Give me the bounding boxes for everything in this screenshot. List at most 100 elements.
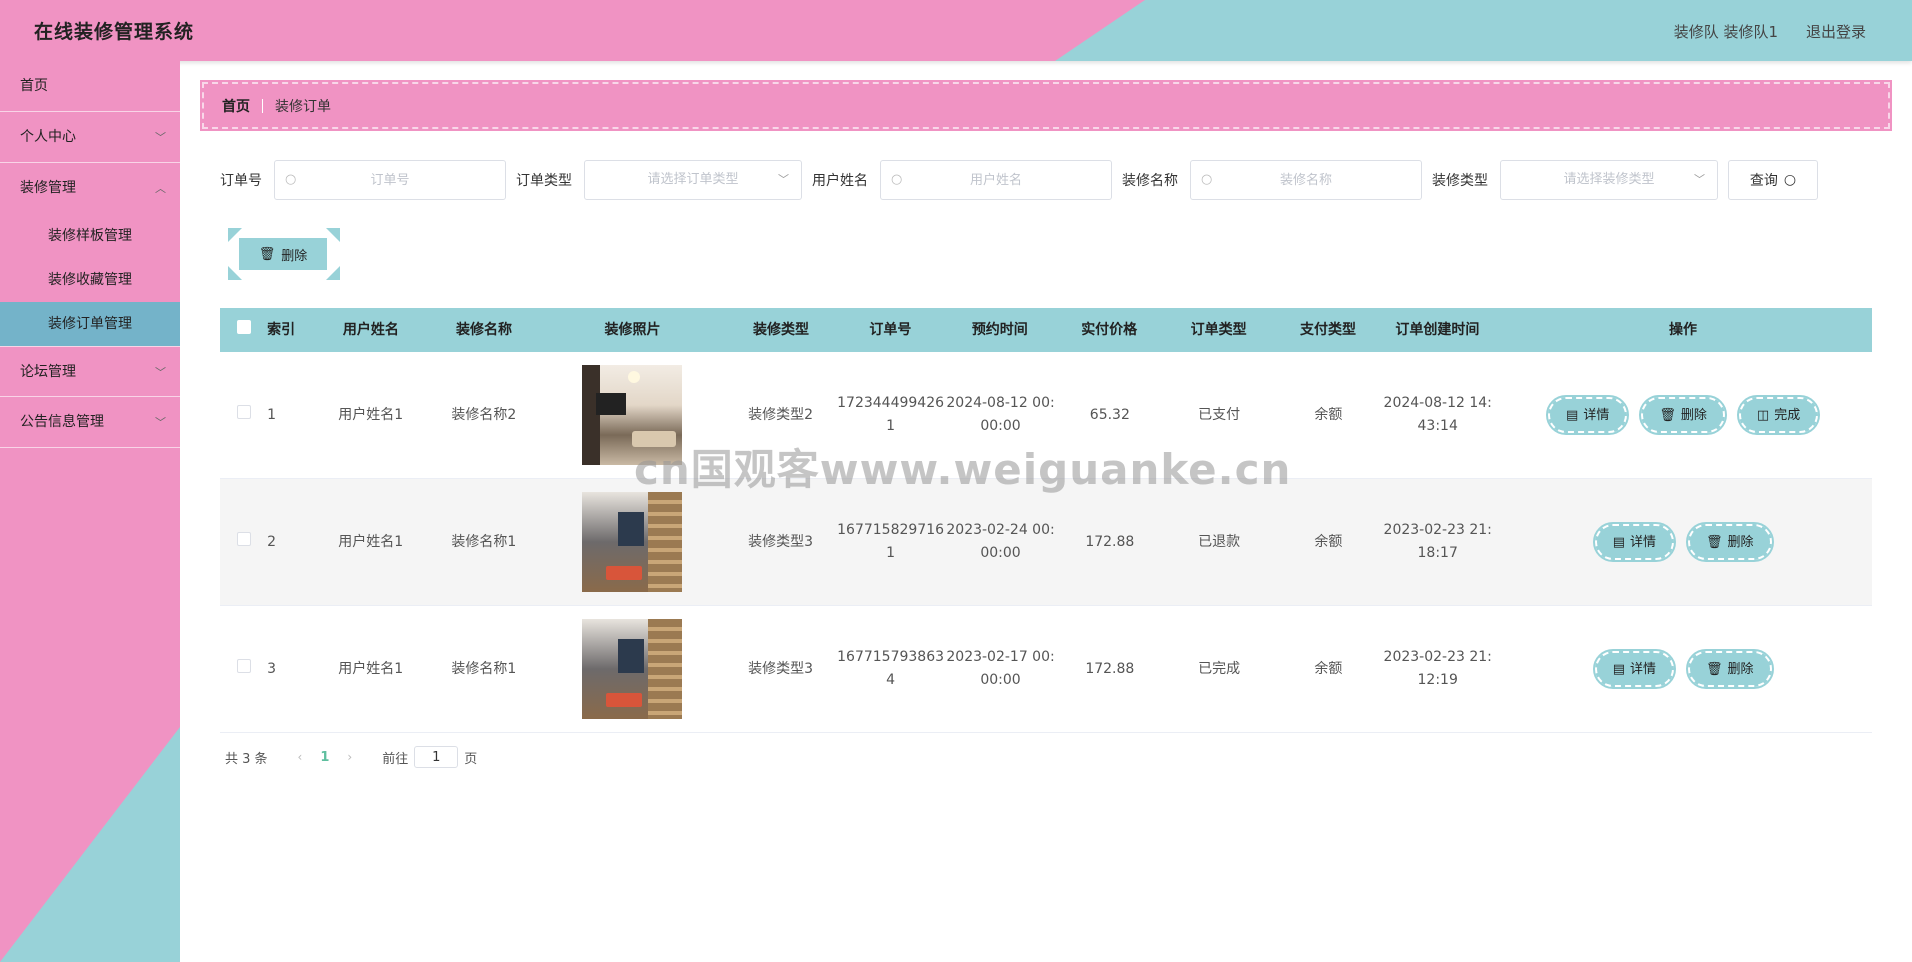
dname-label: 装修名称 [1122, 173, 1178, 189]
table-header: 索引 用户姓名 装修名称 装修照片 装修类型 订单号 预约时间 实付价格 订单类… [220, 308, 1872, 352]
bulk-delete-wrapper: 🗑 删除 [224, 228, 344, 280]
dname-field[interactable]: ○ [1190, 160, 1422, 200]
sidebar-item-decoration[interactable]: 装修管理 ︿ [0, 163, 180, 214]
chevron-left-icon[interactable]: ‹ [298, 750, 303, 764]
delete-label: 删除 [1680, 407, 1707, 423]
cell-order-line1: 167715793863 [837, 649, 945, 665]
sidebar-item-label: 装修管理 [20, 180, 76, 196]
sidebar-item-label: 公告信息管理 [20, 414, 104, 430]
col-header: 支付类型 [1299, 321, 1356, 338]
pager-page[interactable]: 1 [320, 750, 329, 765]
cell-time-line2: 00:00 [980, 418, 1021, 434]
cell-otype: 已完成 [1198, 660, 1241, 677]
sidebar-item-orders[interactable]: 装修订单管理 [0, 302, 180, 346]
decoration-photo[interactable] [582, 492, 683, 592]
col-header: 订单创建时间 [1395, 321, 1480, 338]
otype-select[interactable]: 请选择订单类型 ﹀ [584, 160, 802, 200]
cell-dname: 装修名称1 [451, 533, 517, 550]
query-button[interactable]: 查询 ○ [1728, 160, 1818, 200]
cell-ptype: 余额 [1314, 533, 1343, 550]
user-field[interactable]: ○ [880, 160, 1112, 200]
sidebar-item-notice[interactable]: 公告信息管理 ﹀ [0, 397, 180, 448]
bulk-delete-button[interactable]: 🗑 删除 [239, 238, 327, 270]
sidebar-accent [0, 727, 180, 962]
col-header: 实付价格 [1081, 321, 1138, 338]
col-header: 预约时间 [971, 321, 1028, 338]
pagination: 共 3 条 ‹ 1 › 前往 页 [225, 746, 477, 768]
cell-dtype: 装修类型2 [748, 406, 814, 423]
cell-user: 用户姓名1 [338, 660, 404, 677]
pager-total: 共 3 条 [225, 751, 268, 767]
breadcrumb-home[interactable]: 首页 [222, 96, 250, 116]
cell-time: 2024-08-12 00: 00:00 [944, 392, 1057, 438]
complete-button[interactable]: ◫ 完成 [1736, 395, 1821, 435]
chevron-down-icon: ﹀ [778, 173, 789, 186]
delete-label: 删除 [1727, 534, 1754, 550]
photo-detail [648, 619, 683, 719]
app-title: 在线装修管理系统 [34, 21, 195, 43]
pager-goto-input[interactable] [414, 746, 459, 768]
photo-detail [628, 371, 641, 383]
otype-placeholder: 请选择订单类型 [647, 172, 739, 187]
document-icon: ▤ [1566, 407, 1579, 423]
sidebar-item-home[interactable]: 首页 [0, 61, 180, 112]
search-icon: ○ [891, 172, 903, 187]
decoration-photo[interactable] [582, 619, 683, 719]
col-header: 操作 [1668, 321, 1697, 338]
chevron-right-icon[interactable]: › [347, 750, 352, 764]
detail-button[interactable]: ▤ 详情 [1592, 649, 1677, 689]
cell-time-line2: 00:00 [980, 672, 1021, 688]
cell-time: 2023-02-17 00: 00:00 [944, 646, 1057, 692]
chevron-down-icon: ﹀ [155, 131, 166, 144]
logout-link[interactable]: 退出登录 [1806, 21, 1866, 42]
chevron-down-icon: ﹀ [155, 366, 166, 379]
cell-order-line2: 1 [886, 418, 896, 434]
col-header: 装修类型 [753, 321, 810, 338]
dname-input[interactable] [1191, 161, 1421, 199]
photo-detail [596, 393, 627, 415]
user-input[interactable] [881, 161, 1111, 199]
detail-button[interactable]: ▤ 详情 [1592, 522, 1677, 562]
delete-button[interactable]: 🗑 删除 [1686, 522, 1774, 562]
delete-button[interactable]: 🗑 删除 [1686, 649, 1774, 689]
cell-price: 65.32 [1089, 406, 1130, 423]
col-header: 装修名称 [456, 321, 513, 338]
sidebar-item-forum[interactable]: 论坛管理 ﹀ [0, 346, 180, 397]
delete-button[interactable]: 🗑 删除 [1639, 395, 1727, 435]
row-checkbox[interactable] [236, 404, 251, 419]
detail-button[interactable]: ▤ 详情 [1546, 395, 1630, 435]
cell-ctime-line1: 2023-02-23 21: [1383, 522, 1492, 538]
dtype-label: 装修类型 [1432, 173, 1488, 189]
cell-dtype: 装修类型3 [748, 660, 814, 677]
cell-otype: 已退款 [1198, 533, 1241, 550]
dtype-select[interactable]: 请选择装修类型 ﹀ [1500, 160, 1718, 200]
header-accent [1055, 0, 1912, 61]
cell-time-line2: 00:00 [980, 545, 1021, 561]
order-input[interactable] [275, 161, 505, 199]
corner-decoration [326, 228, 340, 242]
cell-ctime: 2023-02-23 21: 12:19 [1381, 646, 1494, 692]
cell-order-line1: 172344499426 [837, 395, 945, 411]
cell-index: 2 [267, 533, 277, 550]
order-field[interactable]: ○ [274, 160, 506, 200]
photo-detail [618, 512, 645, 546]
search-icon: ○ [1783, 172, 1797, 188]
cell-time-line1: 2023-02-17 00: [946, 649, 1055, 665]
search-icon: ○ [285, 172, 297, 187]
sidebar-item-label: 首页 [20, 78, 48, 94]
sidebar-item-personal[interactable]: 个人中心 ﹀ [0, 112, 180, 163]
sidebar-item-favorites[interactable]: 装修收藏管理 [0, 258, 180, 302]
cell-price: 172.88 [1085, 660, 1135, 677]
cell-index: 1 [267, 406, 277, 423]
cell-ptype: 余额 [1314, 660, 1343, 677]
select-all-checkbox[interactable] [236, 319, 251, 334]
sidebar-item-templates[interactable]: 装修样板管理 [0, 214, 180, 258]
sidebar-item-label: 论坛管理 [20, 364, 76, 380]
cell-price: 172.88 [1085, 533, 1135, 550]
row-checkbox[interactable] [236, 531, 251, 546]
cell-order-line2: 4 [886, 672, 896, 688]
photo-detail [606, 693, 643, 707]
row-checkbox[interactable] [236, 658, 251, 673]
cell-index: 3 [267, 660, 277, 677]
row-checkbox-cell [220, 531, 267, 554]
